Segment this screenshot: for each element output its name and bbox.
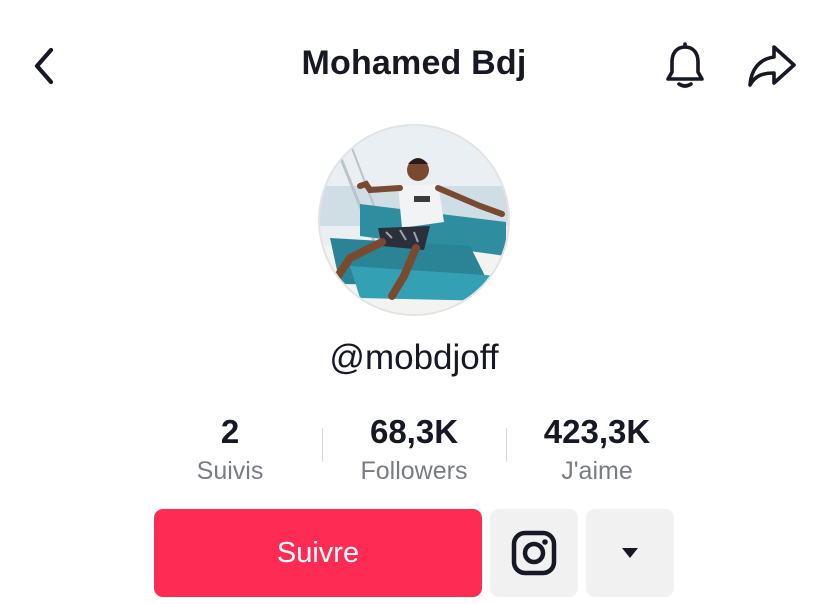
notifications-button[interactable] <box>658 40 712 92</box>
stat-label: Followers <box>360 457 468 485</box>
stat-label: J'aime <box>561 457 633 485</box>
stat-followers[interactable]: 68,3K Followers <box>314 412 514 486</box>
more-options-button[interactable] <box>586 509 674 597</box>
profile-photo <box>320 126 508 314</box>
follow-button[interactable]: Suivre <box>154 509 482 597</box>
stat-value: 2 <box>220 413 240 450</box>
share-arrow-icon <box>748 45 796 87</box>
stat-label: Suivis <box>196 457 264 485</box>
username: @mobdjoff <box>329 338 499 377</box>
share-button[interactable] <box>744 40 800 92</box>
instagram-icon <box>511 530 557 576</box>
stat-likes: 423,3K J'aime <box>497 412 697 486</box>
instagram-button[interactable] <box>490 509 578 597</box>
bell-icon <box>666 42 704 88</box>
stat-following[interactable]: 2 Suivis <box>130 412 330 486</box>
header: Mohamed Bdj <box>0 0 828 130</box>
stat-value: 423,3K <box>543 413 651 450</box>
avatar[interactable] <box>318 124 510 316</box>
profile-page: Mohamed Bdj @mobdjoff 2 Suivis 68,3K Fol… <box>0 0 828 604</box>
stat-value: 68,3K <box>369 413 459 450</box>
caret-down-icon <box>622 548 638 558</box>
